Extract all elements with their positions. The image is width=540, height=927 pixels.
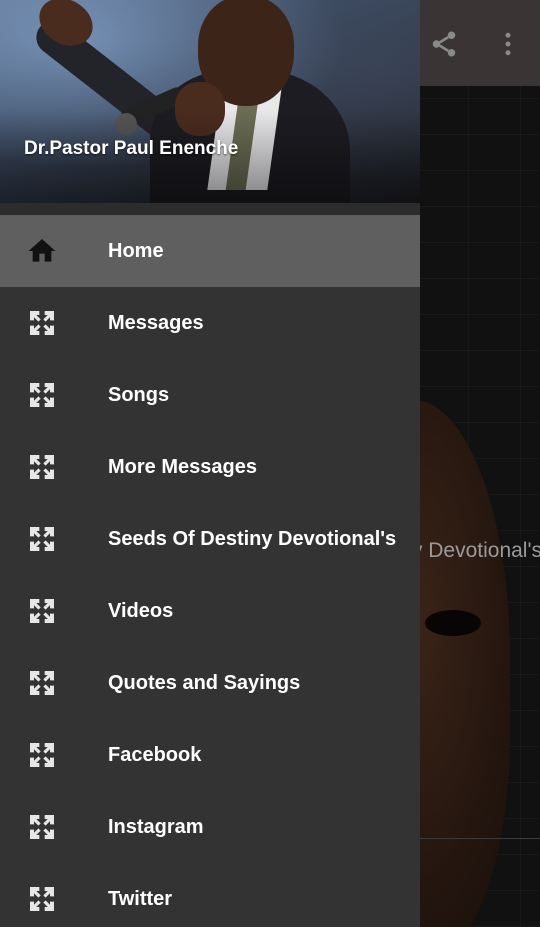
fullscreen-exit-icon	[30, 383, 54, 407]
menu-item-twitter[interactable]: Twitter	[0, 863, 420, 927]
fullscreen-exit-icon	[30, 743, 54, 767]
menu-item-label: Messages	[108, 312, 204, 334]
menu-item-label: Quotes and Sayings	[108, 672, 301, 694]
menu-item-label: Facebook	[108, 744, 202, 766]
menu-item-messages[interactable]: Messages	[0, 287, 420, 359]
background-divider	[420, 838, 540, 839]
drawer-header: Dr.Pastor Paul Enenche	[0, 0, 420, 203]
drawer-header-title: Dr.Pastor Paul Enenche	[24, 138, 239, 159]
drawer-header-gap	[0, 203, 420, 215]
menu-item-label: Seeds Of Destiny Devotional's	[108, 528, 397, 550]
menu-item-label: Videos	[108, 600, 174, 622]
menu-item-label: Instagram	[108, 816, 204, 838]
fullscreen-exit-icon	[30, 815, 54, 839]
menu-item-quotes-and-sayings[interactable]: Quotes and Sayings	[0, 647, 420, 719]
fullscreen-exit-icon	[30, 527, 54, 551]
menu-item-label: Twitter	[108, 888, 173, 910]
fullscreen-exit-icon	[30, 311, 54, 335]
fullscreen-exit-icon	[30, 455, 54, 479]
menu-item-facebook[interactable]: Facebook	[0, 719, 420, 791]
fullscreen-exit-icon	[30, 887, 54, 911]
menu-item-seeds-of-destiny[interactable]: Seeds Of Destiny Devotional's	[0, 503, 420, 575]
background-item-title-text: Seeds Of Destiny Devotional's...	[400, 539, 540, 562]
fullscreen-exit-icon	[30, 671, 54, 695]
background-item-title[interactable]: Seeds Of Destiny Devotional's...	[400, 537, 540, 565]
background-portrait-eye	[425, 610, 481, 636]
menu-item-label: Songs	[108, 384, 170, 406]
menu-item-songs[interactable]: Songs	[0, 359, 420, 431]
fullscreen-exit-icon	[30, 599, 54, 623]
menu-item-label: Home	[108, 240, 164, 262]
menu-item-videos[interactable]: Videos	[0, 575, 420, 647]
home-icon	[28, 239, 56, 262]
more-vert-icon[interactable]	[492, 26, 524, 62]
menu-item-instagram[interactable]: Instagram	[0, 791, 420, 863]
share-icon[interactable]	[428, 26, 460, 62]
navigation-drawer: Dr.Pastor Paul Enenche Home Messages Son…	[0, 0, 420, 927]
menu-item-label: More Messages	[108, 456, 257, 478]
drawer-menu: Home Messages Songs More Messages Seeds	[0, 215, 420, 927]
menu-item-home[interactable]: Home	[0, 215, 420, 287]
menu-item-more-messages[interactable]: More Messages	[0, 431, 420, 503]
